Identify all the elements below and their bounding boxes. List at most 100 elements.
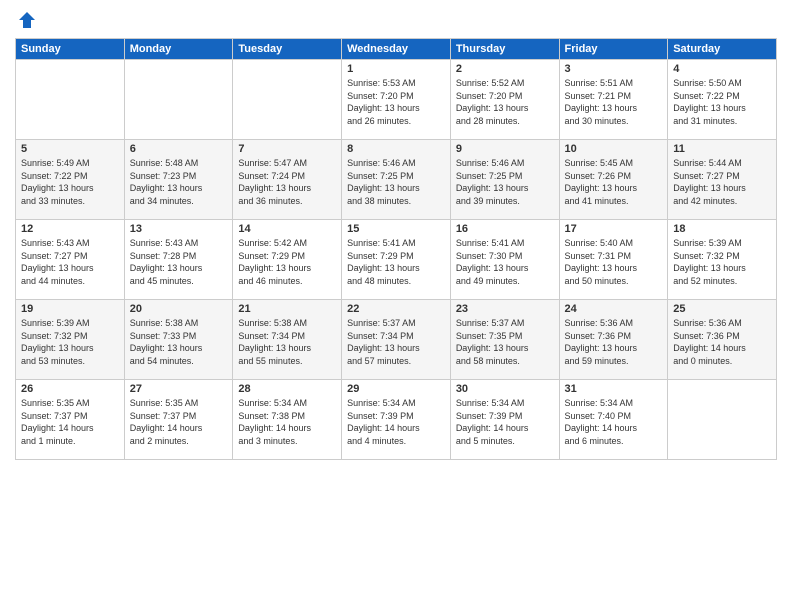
day-number: 1: [347, 63, 445, 75]
day-number: 27: [130, 383, 228, 395]
calendar-table: SundayMondayTuesdayWednesdayThursdayFrid…: [15, 38, 777, 460]
day-number: 13: [130, 223, 228, 235]
day-header-wednesday: Wednesday: [342, 39, 451, 60]
calendar-cell: 22 Sunrise: 5:37 AM Sunset: 7:34 PM Dayli…: [342, 300, 451, 380]
day-number: 31: [565, 383, 663, 395]
day-header-tuesday: Tuesday: [233, 39, 342, 60]
day-number: 29: [347, 383, 445, 395]
day-info: Sunrise: 5:34 AM Sunset: 7:39 PM Dayligh…: [347, 397, 445, 447]
day-info: Sunrise: 5:50 AM Sunset: 7:22 PM Dayligh…: [673, 77, 771, 127]
calendar-cell: 6 Sunrise: 5:48 AM Sunset: 7:23 PM Daylig…: [124, 140, 233, 220]
calendar-week-row: 26Sunrise: 5:35 AM Sunset: 7:37 PM Dayli…: [16, 380, 777, 460]
calendar-cell: 25 Sunrise: 5:36 AM Sunset: 7:36 PM Dayli…: [668, 300, 777, 380]
day-info: Sunrise: 5:34 AM Sunset: 7:38 PM Dayligh…: [238, 397, 336, 447]
calendar-cell: 4Sunrise: 5:50 AM Sunset: 7:22 PM Daylig…: [668, 60, 777, 140]
day-info: Sunrise: 5:37 AM Sunset: 7:34 PM Dayligh…: [347, 317, 445, 367]
calendar-cell: 31Sunrise: 5:34 AM Sunset: 7:40 PM Dayli…: [559, 380, 668, 460]
calendar-cell: 21Sunrise: 5:38 AM Sunset: 7:34 PM Dayli…: [233, 300, 342, 380]
day-number: 18: [673, 223, 771, 235]
calendar-page: SundayMondayTuesdayWednesdayThursdayFrid…: [0, 0, 792, 612]
day-number: 19: [21, 303, 119, 315]
header: [15, 10, 777, 30]
calendar-cell: 2 Sunrise: 5:52 AM Sunset: 7:20 PM Daylig…: [450, 60, 559, 140]
calendar-cell: 19 Sunrise: 5:39 AM Sunset: 7:32 PM Dayli…: [16, 300, 125, 380]
day-number: 9: [456, 143, 554, 155]
calendar-cell: 8Sunrise: 5:46 AM Sunset: 7:25 PM Daylig…: [342, 140, 451, 220]
day-number: 15: [347, 223, 445, 235]
day-info: Sunrise: 5:49 AM Sunset: 7:22 PM Dayligh…: [21, 157, 119, 207]
calendar-cell: 12 Sunrise: 5:43 AM Sunset: 7:27 PM Dayli…: [16, 220, 125, 300]
calendar-cell: 10Sunrise: 5:45 AM Sunset: 7:26 PM Dayli…: [559, 140, 668, 220]
calendar-cell: 3Sunrise: 5:51 AM Sunset: 7:21 PM Daylig…: [559, 60, 668, 140]
day-header-thursday: Thursday: [450, 39, 559, 60]
logo: [15, 10, 39, 30]
calendar-week-row: 19 Sunrise: 5:39 AM Sunset: 7:32 PM Dayli…: [16, 300, 777, 380]
day-number: 7: [238, 143, 336, 155]
day-number: 5: [21, 143, 119, 155]
day-info: Sunrise: 5:52 AM Sunset: 7:20 PM Dayligh…: [456, 77, 554, 127]
calendar-cell: 16Sunrise: 5:41 AM Sunset: 7:30 PM Dayli…: [450, 220, 559, 300]
day-info: Sunrise: 5:36 AM Sunset: 7:36 PM Dayligh…: [565, 317, 663, 367]
day-info: Sunrise: 5:46 AM Sunset: 7:25 PM Dayligh…: [456, 157, 554, 207]
day-number: 28: [238, 383, 336, 395]
day-number: 30: [456, 383, 554, 395]
calendar-cell: 9 Sunrise: 5:46 AM Sunset: 7:25 PM Daylig…: [450, 140, 559, 220]
day-number: 20: [130, 303, 228, 315]
calendar-cell: [668, 380, 777, 460]
day-info: Sunrise: 5:36 AM Sunset: 7:36 PM Dayligh…: [673, 317, 771, 367]
day-info: Sunrise: 5:44 AM Sunset: 7:27 PM Dayligh…: [673, 157, 771, 207]
calendar-cell: 29 Sunrise: 5:34 AM Sunset: 7:39 PM Dayli…: [342, 380, 451, 460]
calendar-week-row: 1 Sunrise: 5:53 AM Sunset: 7:20 PM Daylig…: [16, 60, 777, 140]
calendar-cell: 24 Sunrise: 5:36 AM Sunset: 7:36 PM Dayli…: [559, 300, 668, 380]
day-info: Sunrise: 5:38 AM Sunset: 7:33 PM Dayligh…: [130, 317, 228, 367]
day-info: Sunrise: 5:38 AM Sunset: 7:34 PM Dayligh…: [238, 317, 336, 367]
day-info: Sunrise: 5:45 AM Sunset: 7:26 PM Dayligh…: [565, 157, 663, 207]
day-header-saturday: Saturday: [668, 39, 777, 60]
day-number: 22: [347, 303, 445, 315]
day-info: Sunrise: 5:42 AM Sunset: 7:29 PM Dayligh…: [238, 237, 336, 287]
day-info: Sunrise: 5:40 AM Sunset: 7:31 PM Dayligh…: [565, 237, 663, 287]
calendar-week-row: 12 Sunrise: 5:43 AM Sunset: 7:27 PM Dayli…: [16, 220, 777, 300]
calendar-cell: 5 Sunrise: 5:49 AM Sunset: 7:22 PM Daylig…: [16, 140, 125, 220]
day-number: 12: [21, 223, 119, 235]
calendar-cell: 30 Sunrise: 5:34 AM Sunset: 7:39 PM Dayli…: [450, 380, 559, 460]
calendar-cell: [124, 60, 233, 140]
day-header-friday: Friday: [559, 39, 668, 60]
calendar-cell: 28 Sunrise: 5:34 AM Sunset: 7:38 PM Dayli…: [233, 380, 342, 460]
day-number: 23: [456, 303, 554, 315]
day-info: Sunrise: 5:34 AM Sunset: 7:39 PM Dayligh…: [456, 397, 554, 447]
day-number: 17: [565, 223, 663, 235]
day-number: 6: [130, 143, 228, 155]
calendar-cell: 11 Sunrise: 5:44 AM Sunset: 7:27 PM Dayli…: [668, 140, 777, 220]
calendar-cell: 15Sunrise: 5:41 AM Sunset: 7:29 PM Dayli…: [342, 220, 451, 300]
calendar-cell: 17 Sunrise: 5:40 AM Sunset: 7:31 PM Dayli…: [559, 220, 668, 300]
calendar-cell: [233, 60, 342, 140]
calendar-cell: 23 Sunrise: 5:37 AM Sunset: 7:35 PM Dayli…: [450, 300, 559, 380]
day-info: Sunrise: 5:41 AM Sunset: 7:30 PM Dayligh…: [456, 237, 554, 287]
day-info: Sunrise: 5:47 AM Sunset: 7:24 PM Dayligh…: [238, 157, 336, 207]
day-info: Sunrise: 5:37 AM Sunset: 7:35 PM Dayligh…: [456, 317, 554, 367]
calendar-cell: 14 Sunrise: 5:42 AM Sunset: 7:29 PM Dayli…: [233, 220, 342, 300]
calendar-cell: 1 Sunrise: 5:53 AM Sunset: 7:20 PM Daylig…: [342, 60, 451, 140]
day-number: 3: [565, 63, 663, 75]
day-number: 25: [673, 303, 771, 315]
day-info: Sunrise: 5:48 AM Sunset: 7:23 PM Dayligh…: [130, 157, 228, 207]
calendar-week-row: 5 Sunrise: 5:49 AM Sunset: 7:22 PM Daylig…: [16, 140, 777, 220]
day-number: 8: [347, 143, 445, 155]
day-number: 14: [238, 223, 336, 235]
day-header-monday: Monday: [124, 39, 233, 60]
day-info: Sunrise: 5:43 AM Sunset: 7:28 PM Dayligh…: [130, 237, 228, 287]
day-number: 24: [565, 303, 663, 315]
day-number: 11: [673, 143, 771, 155]
logo-icon: [17, 10, 37, 30]
calendar-cell: 7 Sunrise: 5:47 AM Sunset: 7:24 PM Daylig…: [233, 140, 342, 220]
calendar-cell: 27 Sunrise: 5:35 AM Sunset: 7:37 PM Dayli…: [124, 380, 233, 460]
day-info: Sunrise: 5:35 AM Sunset: 7:37 PM Dayligh…: [130, 397, 228, 447]
day-info: Sunrise: 5:53 AM Sunset: 7:20 PM Dayligh…: [347, 77, 445, 127]
day-info: Sunrise: 5:43 AM Sunset: 7:27 PM Dayligh…: [21, 237, 119, 287]
day-info: Sunrise: 5:39 AM Sunset: 7:32 PM Dayligh…: [673, 237, 771, 287]
day-info: Sunrise: 5:39 AM Sunset: 7:32 PM Dayligh…: [21, 317, 119, 367]
calendar-header-row: SundayMondayTuesdayWednesdayThursdayFrid…: [16, 39, 777, 60]
calendar-cell: 13 Sunrise: 5:43 AM Sunset: 7:28 PM Dayli…: [124, 220, 233, 300]
day-number: 2: [456, 63, 554, 75]
